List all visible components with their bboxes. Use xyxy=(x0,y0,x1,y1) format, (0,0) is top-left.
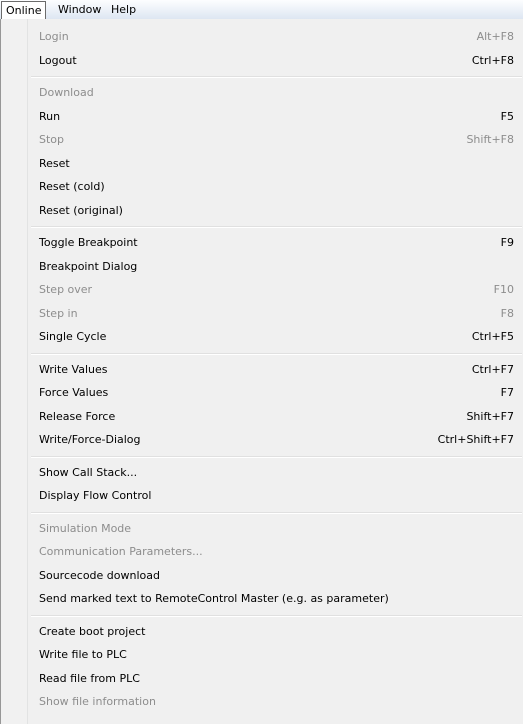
menu-item-shortcut: F5 xyxy=(500,109,514,123)
menu-item-run[interactable]: Run F5 xyxy=(1,105,523,129)
menu-item-sourcecode-download[interactable]: Sourcecode download xyxy=(1,564,523,588)
menu-item-reset-original[interactable]: Reset (original) xyxy=(1,199,523,223)
menu-item-step-in[interactable]: Step in F8 xyxy=(1,302,523,326)
menu-item-label: Write Values xyxy=(39,362,108,376)
menu-item-shortcut: Ctrl+F5 xyxy=(471,330,514,343)
menu-item-label: Reset (original) xyxy=(39,203,123,217)
menu-item-reset[interactable]: Reset xyxy=(1,152,523,176)
menu-item-label: Create boot project xyxy=(39,624,146,638)
menu-item-step-over[interactable]: Step over F10 xyxy=(1,278,523,302)
menu-separator xyxy=(1,222,523,231)
menu-item-show-call-stack[interactable]: Show Call Stack... xyxy=(1,461,523,485)
menu-item-label: Breakpoint Dialog xyxy=(39,259,138,273)
menu-item-reset-cold[interactable]: Reset (cold) xyxy=(1,175,523,199)
menu-item-label: Step in xyxy=(39,306,78,320)
menu-item-create-boot-project[interactable]: Create boot project xyxy=(1,620,523,644)
menu-item-label: Toggle Breakpoint xyxy=(39,236,138,249)
menu-item-label: Show file information xyxy=(39,695,156,708)
menu-item-label: Release Force xyxy=(39,409,116,423)
menu-item-toggle-breakpoint[interactable]: Toggle Breakpoint F9 xyxy=(1,231,523,255)
menu-online[interactable]: Online xyxy=(1,1,47,20)
menu-item-label: Read file from PLC xyxy=(39,671,140,685)
menu-separator xyxy=(1,72,523,81)
menu-item-shortcut: F8 xyxy=(500,306,514,320)
menu-item-stop[interactable]: Stop Shift+F8 xyxy=(1,128,523,152)
menu-item-shortcut: F10 xyxy=(493,283,514,296)
menu-item-shortcut: Ctrl+F8 xyxy=(471,53,514,67)
menu-item-label: Simulation Mode xyxy=(39,521,132,535)
menu-separator xyxy=(1,452,523,461)
menu-item-display-flow-control[interactable]: Display Flow Control xyxy=(1,484,523,508)
menu-item-label: Download xyxy=(39,86,94,99)
menu-separator xyxy=(1,349,523,358)
online-menu-dropdown: Login Alt+F8 Logout Ctrl+F8 Download Run F5 Sto… xyxy=(0,19,523,724)
menu-item-write-force-dialog[interactable]: Write/Force-Dialog Ctrl+Shift+F7 xyxy=(1,428,523,452)
menu-item-shortcut: Ctrl+F7 xyxy=(471,362,514,376)
menu-item-breakpoint-dialog[interactable]: Breakpoint Dialog xyxy=(1,255,523,279)
menu-separator xyxy=(1,611,523,620)
menu-help[interactable]: Help xyxy=(107,1,140,18)
menu-item-single-cycle[interactable]: Single Cycle Ctrl+F5 xyxy=(1,325,523,349)
menu-item-read-file-from-plc[interactable]: Read file from PLC xyxy=(1,667,523,691)
menu-item-force-values[interactable]: Force Values F7 xyxy=(1,381,523,405)
menu-item-shortcut: Ctrl+Shift+F7 xyxy=(437,433,514,446)
menu-separator xyxy=(1,508,523,517)
menu-item-label: Logout xyxy=(39,53,77,67)
menu-item-login[interactable]: Login Alt+F8 xyxy=(1,25,523,49)
menu-item-write-file-to-plc[interactable]: Write file to PLC xyxy=(1,643,523,667)
menu-item-simulation-mode[interactable]: Simulation Mode xyxy=(1,517,523,541)
menu-item-label: Run xyxy=(39,109,61,123)
menu-item-label: Show Call Stack... xyxy=(39,465,138,479)
menu-item-label: Send marked text to RemoteControl Master… xyxy=(39,592,389,605)
menu-item-label: Step over xyxy=(39,283,93,296)
menu-item-write-values[interactable]: Write Values Ctrl+F7 xyxy=(1,358,523,382)
menu-item-shortcut: F9 xyxy=(500,236,514,249)
menu-window[interactable]: Window xyxy=(54,1,105,18)
menu-bar: Online Window Help xyxy=(0,0,523,20)
menu-item-label: Reset (cold) xyxy=(39,180,105,193)
menu-item-logout[interactable]: Logout Ctrl+F8 xyxy=(1,49,523,73)
menu-item-label: Write/Force-Dialog xyxy=(39,433,141,446)
menu-item-label: Reset xyxy=(39,156,70,170)
menu-item-label: Communication Parameters... xyxy=(39,545,203,558)
menu-item-label: Write file to PLC xyxy=(39,648,127,661)
menu-item-show-file-information[interactable]: Show file information xyxy=(1,690,523,714)
menu-item-send-marked-text-to-remotecontrol-master-e-g-as-parameter[interactable]: Send marked text to RemoteControl Master… xyxy=(1,587,523,611)
menu-item-download[interactable]: Download xyxy=(1,81,523,105)
menu-item-label: Login xyxy=(39,30,69,43)
menu-item-release-force[interactable]: Release Force Shift+F7 xyxy=(1,405,523,429)
menu-item-shortcut: Shift+F8 xyxy=(466,133,514,146)
menu-item-communication-parameters[interactable]: Communication Parameters... xyxy=(1,540,523,564)
menu-item-label: Display Flow Control xyxy=(39,489,152,502)
menu-item-label: Sourcecode download xyxy=(39,568,160,582)
menu-items: Login Alt+F8 Logout Ctrl+F8 Download Run F5 Sto… xyxy=(1,25,523,714)
menu-item-label: Stop xyxy=(39,133,65,146)
menu-item-shortcut: F7 xyxy=(500,386,514,399)
menu-item-label: Single Cycle xyxy=(39,330,107,343)
menu-item-shortcut: Shift+F7 xyxy=(466,409,514,423)
menu-item-label: Force Values xyxy=(39,386,109,399)
menu-item-shortcut: Alt+F8 xyxy=(476,30,514,43)
